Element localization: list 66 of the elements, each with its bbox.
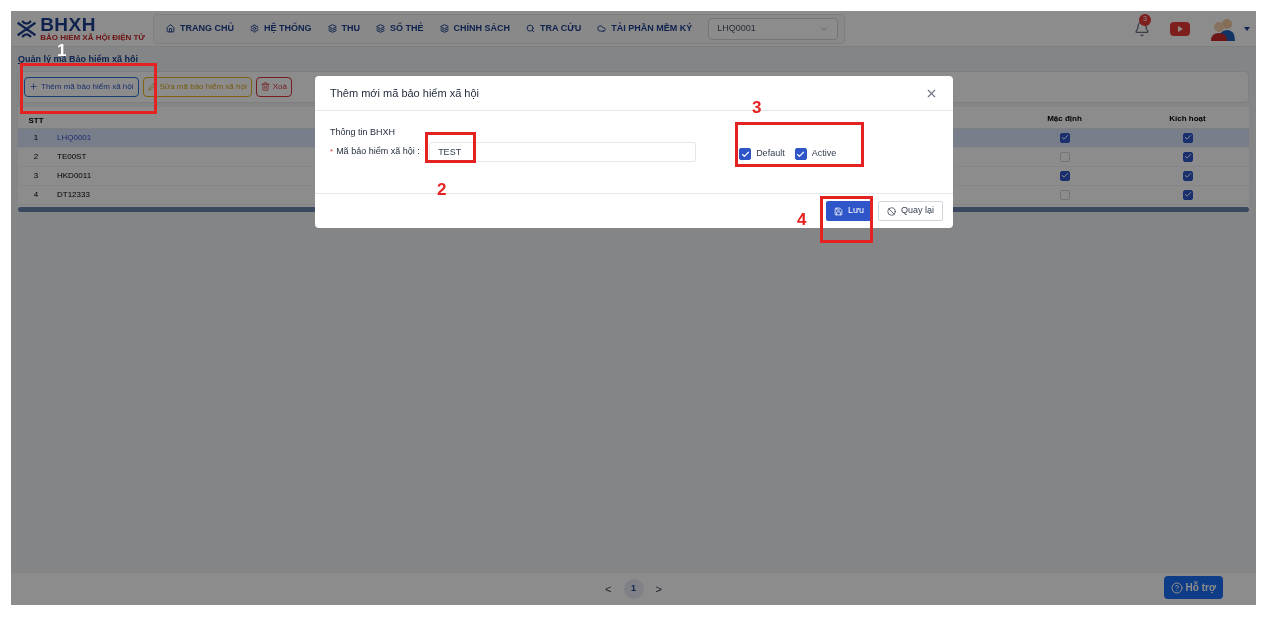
checkbox-label: Default <box>756 147 785 161</box>
pencil-icon <box>147 82 157 91</box>
cloud-icon <box>597 24 607 33</box>
table-cell-text: TE00ST <box>56 150 88 163</box>
step-number: 4 <box>797 211 807 228</box>
help-icon <box>1170 581 1183 594</box>
unit-select[interactable]: LHQ0001 <box>708 17 839 40</box>
nav-item[interactable]: CHÍNH SÁCH <box>433 21 517 36</box>
checkbox[interactable] <box>1182 132 1193 143</box>
help-button[interactable]: Hỗ trợ <box>1163 576 1223 599</box>
checkbox[interactable] <box>1182 151 1193 162</box>
step-number: 3 <box>752 99 762 116</box>
gear-icon <box>250 24 259 33</box>
logo-text: BHXH <box>40 15 96 34</box>
next-page-button[interactable]: > <box>655 580 662 598</box>
step-number: 2 <box>437 181 447 198</box>
plus-icon <box>29 82 38 91</box>
delete-button[interactable]: Xoá <box>255 76 292 97</box>
bell-icon[interactable] <box>1134 20 1150 37</box>
add-button[interactable]: Thêm mã bảo hiểm xã hội <box>24 76 139 97</box>
checkbox[interactable] <box>1059 170 1070 181</box>
table-cell-text: 3 <box>32 169 40 182</box>
checkbox[interactable] <box>1059 132 1070 143</box>
table-cell-text: 2 <box>32 150 40 163</box>
checkbox[interactable] <box>1182 170 1193 181</box>
trash-icon <box>260 82 270 91</box>
highlight-frame <box>820 196 873 243</box>
column-header: Kích hoạt <box>1168 112 1207 125</box>
checkbox[interactable] <box>739 148 752 160</box>
back-button[interactable]: Quay lại <box>877 201 943 221</box>
table-cell-text: LHQ0001 <box>56 131 93 144</box>
column-header: STT <box>27 116 45 125</box>
previous-page-button[interactable]: < <box>605 580 612 598</box>
video-play-icon[interactable] <box>1170 21 1190 36</box>
save-icon <box>833 206 843 216</box>
section-label: Thông tin BHXH <box>330 126 397 139</box>
checkbox[interactable] <box>1182 189 1193 200</box>
checkbox[interactable] <box>794 148 807 160</box>
nav-item[interactable]: THU <box>321 21 366 36</box>
field-label: Mã bảo hiểm xã hội : <box>336 144 421 158</box>
home-icon <box>166 24 175 33</box>
checkbox-label: Active <box>811 147 837 161</box>
logo-subtitle: BẢO HIỂM XÃ HỘI ĐIỆN TỬ <box>40 34 145 42</box>
nav-item[interactable]: TRANG CHỦ <box>160 21 240 36</box>
avatar-icon[interactable] <box>1210 16 1236 41</box>
page-button[interactable]: 1 <box>623 579 644 599</box>
input-field[interactable]: TEST <box>429 141 697 162</box>
nav-item[interactable]: TẢI PHẦN MỀM KÝ <box>591 21 699 36</box>
stack-icon <box>327 24 337 33</box>
table-cell-text: 1 <box>32 131 40 144</box>
highlight-frame <box>425 132 476 163</box>
caret-icon[interactable] <box>1244 26 1250 31</box>
nav-item[interactable]: SỐ THẺ <box>370 21 430 36</box>
table-cell-text: DT12333 <box>56 188 91 201</box>
stack-icon <box>439 24 449 33</box>
column-header: Mặc định <box>1046 112 1083 125</box>
table-cell-text: HKD0011 <box>56 169 93 182</box>
nav-item[interactable]: HỆ THỐNG <box>244 21 318 36</box>
nav-item[interactable]: TRA CỨU <box>520 21 588 36</box>
required-mark: * <box>330 145 334 158</box>
stack-icon <box>376 24 385 33</box>
search-icon <box>526 24 536 33</box>
save-button[interactable]: Lưu <box>825 201 872 221</box>
table-cell-text: 4 <box>32 188 40 201</box>
dialog-title: Thêm mới mã bảo hiểm xã hội <box>330 85 480 101</box>
cancel-icon <box>886 206 896 216</box>
